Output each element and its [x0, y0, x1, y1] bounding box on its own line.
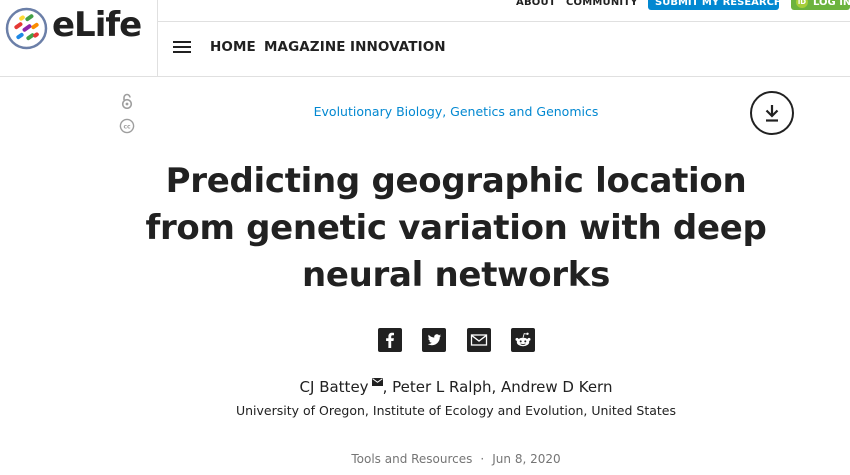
article-meta: Tools and Resources · Jun 8, 2020 — [0, 452, 850, 466]
article-title: Predicting geographic location from gene… — [145, 161, 767, 295]
article-type-link[interactable]: Tools and Resources — [351, 452, 472, 466]
twitter-icon[interactable] — [422, 328, 446, 352]
creative-commons-icon[interactable]: cc — [119, 118, 135, 134]
login-label: LOG IN — [813, 0, 850, 8]
topbar-divider — [158, 21, 850, 22]
meta-separator: · — [480, 452, 485, 466]
header-divider — [0, 76, 850, 77]
nav-innovation[interactable]: INNOVATION — [350, 39, 446, 55]
other-authors[interactable]: , Peter L Ralph, Andrew D Kern — [383, 378, 613, 396]
nav-home[interactable]: HOME — [210, 39, 256, 55]
publish-date: Jun 8, 2020 — [492, 452, 561, 466]
hamburger-menu-icon[interactable] — [173, 40, 191, 54]
author-list: CJ Battey , Peter L Ralph, Andrew D Kern — [0, 378, 850, 396]
utility-nav: ABOUT COMMUNITY SUBMIT MY RESEARCH iD LO… — [0, 0, 850, 13]
email-icon[interactable] — [467, 328, 491, 352]
login-button[interactable]: iD LOG IN — [791, 0, 850, 10]
facebook-icon[interactable] — [378, 328, 402, 352]
orcid-icon: iD — [796, 0, 808, 8]
subject-links[interactable]: Evolutionary Biology, Genetics and Genom… — [0, 104, 850, 119]
author-link[interactable]: CJ Battey — [300, 378, 369, 396]
submit-research-button[interactable]: SUBMIT MY RESEARCH — [648, 0, 782, 10]
elife-logo-icon — [5, 7, 48, 50]
affiliation: University of Oregon, Institute of Ecolo… — [235, 403, 676, 418]
download-icon — [765, 105, 779, 122]
download-button[interactable] — [750, 91, 794, 135]
reddit-icon[interactable] — [511, 328, 535, 352]
svg-text:cc: cc — [123, 124, 131, 131]
nav-magazine[interactable]: MAGAZINE — [264, 39, 346, 55]
community-link[interactable]: COMMUNITY — [566, 0, 638, 8]
corresponding-author-email-icon[interactable] — [371, 378, 383, 386]
about-link[interactable]: ABOUT — [516, 0, 556, 8]
